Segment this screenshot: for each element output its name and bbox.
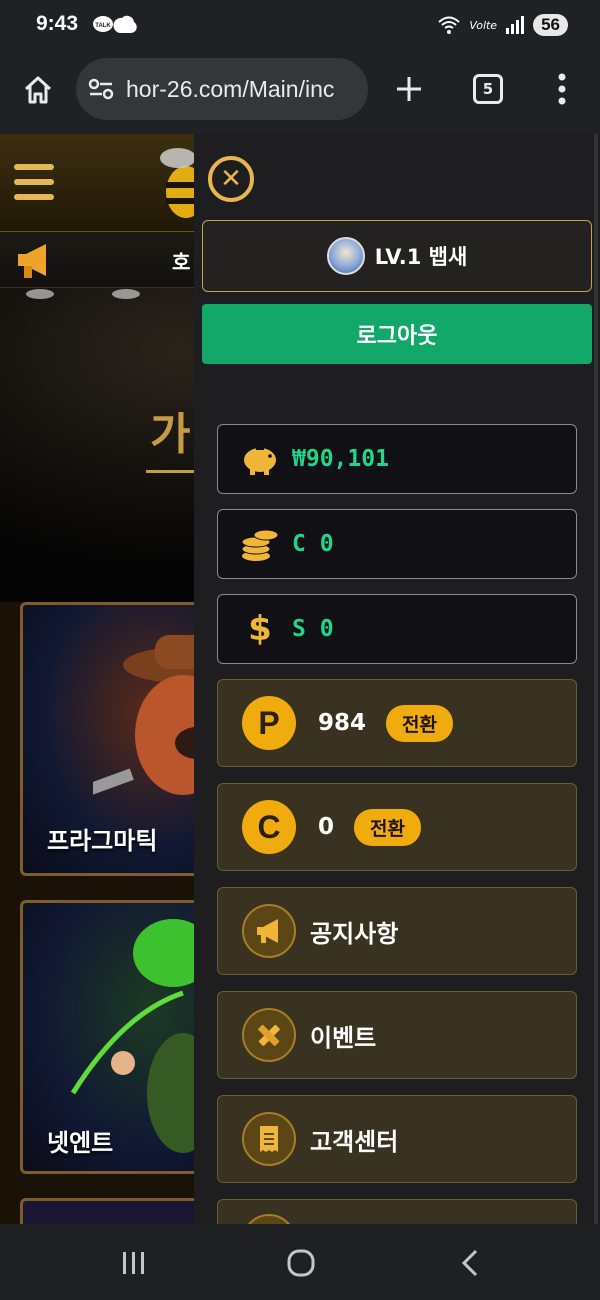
piggy-bank-icon bbox=[240, 439, 280, 479]
user-level-label: LV.1 뱁새 bbox=[374, 245, 468, 269]
notice-text: 호 bbox=[172, 250, 191, 274]
system-nav-bar bbox=[0, 1224, 600, 1300]
provider-card[interactable]: 프라그마틱 bbox=[20, 602, 210, 876]
status-bar: 9:43 TALK Volte 56 bbox=[0, 0, 600, 52]
close-drawer-button[interactable]: ✕ bbox=[208, 156, 254, 202]
slot-balance: $ S 0 bbox=[217, 594, 577, 664]
menu-item-event[interactable]: 이벤트 bbox=[217, 991, 577, 1079]
home-icon[interactable] bbox=[22, 74, 54, 106]
signal-icon bbox=[506, 16, 525, 34]
site-settings-icon[interactable] bbox=[88, 78, 114, 100]
point-convert-button[interactable]: 전환 bbox=[386, 704, 453, 742]
cowboy-dog-icon bbox=[93, 635, 207, 797]
more-menu-icon[interactable] bbox=[552, 72, 572, 106]
wifi-icon bbox=[438, 16, 460, 34]
provider-card[interactable] bbox=[20, 1198, 210, 1224]
menu-item-support[interactable]: 고객센터 bbox=[217, 1095, 577, 1183]
megaphone-icon bbox=[242, 904, 296, 958]
point-value: 984 bbox=[318, 710, 367, 736]
comp-convert-button[interactable]: 전환 bbox=[354, 808, 421, 846]
close-icon: ✕ bbox=[220, 164, 242, 194]
point-row: P 984 전환 bbox=[217, 679, 577, 767]
new-tab-icon[interactable] bbox=[394, 74, 424, 104]
point-coin-icon: P bbox=[242, 696, 296, 750]
casino-balance-value: C 0 bbox=[292, 531, 334, 557]
menu-item-label: 이벤트 bbox=[310, 1023, 377, 1052]
comp-row: C 0 전환 bbox=[217, 783, 577, 871]
provider-label: 프라그마틱 bbox=[47, 827, 158, 855]
hamburger-menu-icon[interactable] bbox=[14, 164, 54, 209]
cash-balance-value: ₩90,101 bbox=[292, 446, 389, 472]
side-drawer: ✕ LV.1 뱁새 로그아웃 ₩90,101 C 0 $ S 0 P 984 전… bbox=[194, 134, 600, 1239]
recent-apps-icon[interactable] bbox=[120, 1250, 148, 1276]
back-icon[interactable] bbox=[458, 1248, 482, 1278]
avatar bbox=[326, 237, 365, 275]
dollar-icon: $ bbox=[248, 609, 272, 649]
browser-toolbar: hor-26.com/Main/inc 5 bbox=[0, 52, 600, 134]
leprechaun-icon bbox=[70, 919, 207, 1153]
volte-label: Volte bbox=[469, 18, 498, 32]
menu-item-notice[interactable]: 공지사항 bbox=[217, 887, 577, 975]
battery-indicator: 56 bbox=[533, 14, 568, 36]
coins-stack-icon bbox=[240, 524, 280, 564]
pencil-ruler-icon bbox=[242, 1008, 296, 1062]
url-bar[interactable]: hor-26.com/Main/inc bbox=[76, 58, 368, 120]
slot-balance-value: S 0 bbox=[292, 616, 334, 642]
megaphone-icon bbox=[18, 244, 46, 278]
receipt-icon bbox=[242, 1112, 296, 1166]
comp-coin-icon: C bbox=[242, 800, 296, 854]
user-level-box[interactable]: LV.1 뱁새 bbox=[202, 220, 592, 292]
tab-switcher-button[interactable]: 5 bbox=[473, 74, 503, 104]
menu-item-label: 공지사항 bbox=[310, 919, 399, 948]
svg-text:TALK: TALK bbox=[95, 23, 111, 29]
site-logo-bee-icon bbox=[160, 148, 196, 218]
notification-icons: TALK bbox=[92, 14, 140, 40]
url-text: hor-26.com/Main/inc bbox=[126, 75, 335, 102]
clock: 9:43 bbox=[36, 12, 79, 35]
stage-lights-icon bbox=[26, 289, 140, 299]
drawer-scrollbar[interactable] bbox=[594, 134, 598, 1224]
kakao-talk-icon: TALK bbox=[93, 15, 137, 34]
provider-card[interactable]: 넷엔트 bbox=[20, 900, 210, 1174]
casino-balance: C 0 bbox=[217, 509, 577, 579]
provider-label: 넷엔트 bbox=[47, 1129, 114, 1157]
comp-value: 0 bbox=[318, 814, 335, 840]
home-nav-icon[interactable] bbox=[286, 1249, 316, 1277]
menu-item-label: 고객센터 bbox=[310, 1127, 399, 1156]
logout-button[interactable]: 로그아웃 bbox=[202, 304, 592, 364]
cash-balance: ₩90,101 bbox=[217, 424, 577, 494]
